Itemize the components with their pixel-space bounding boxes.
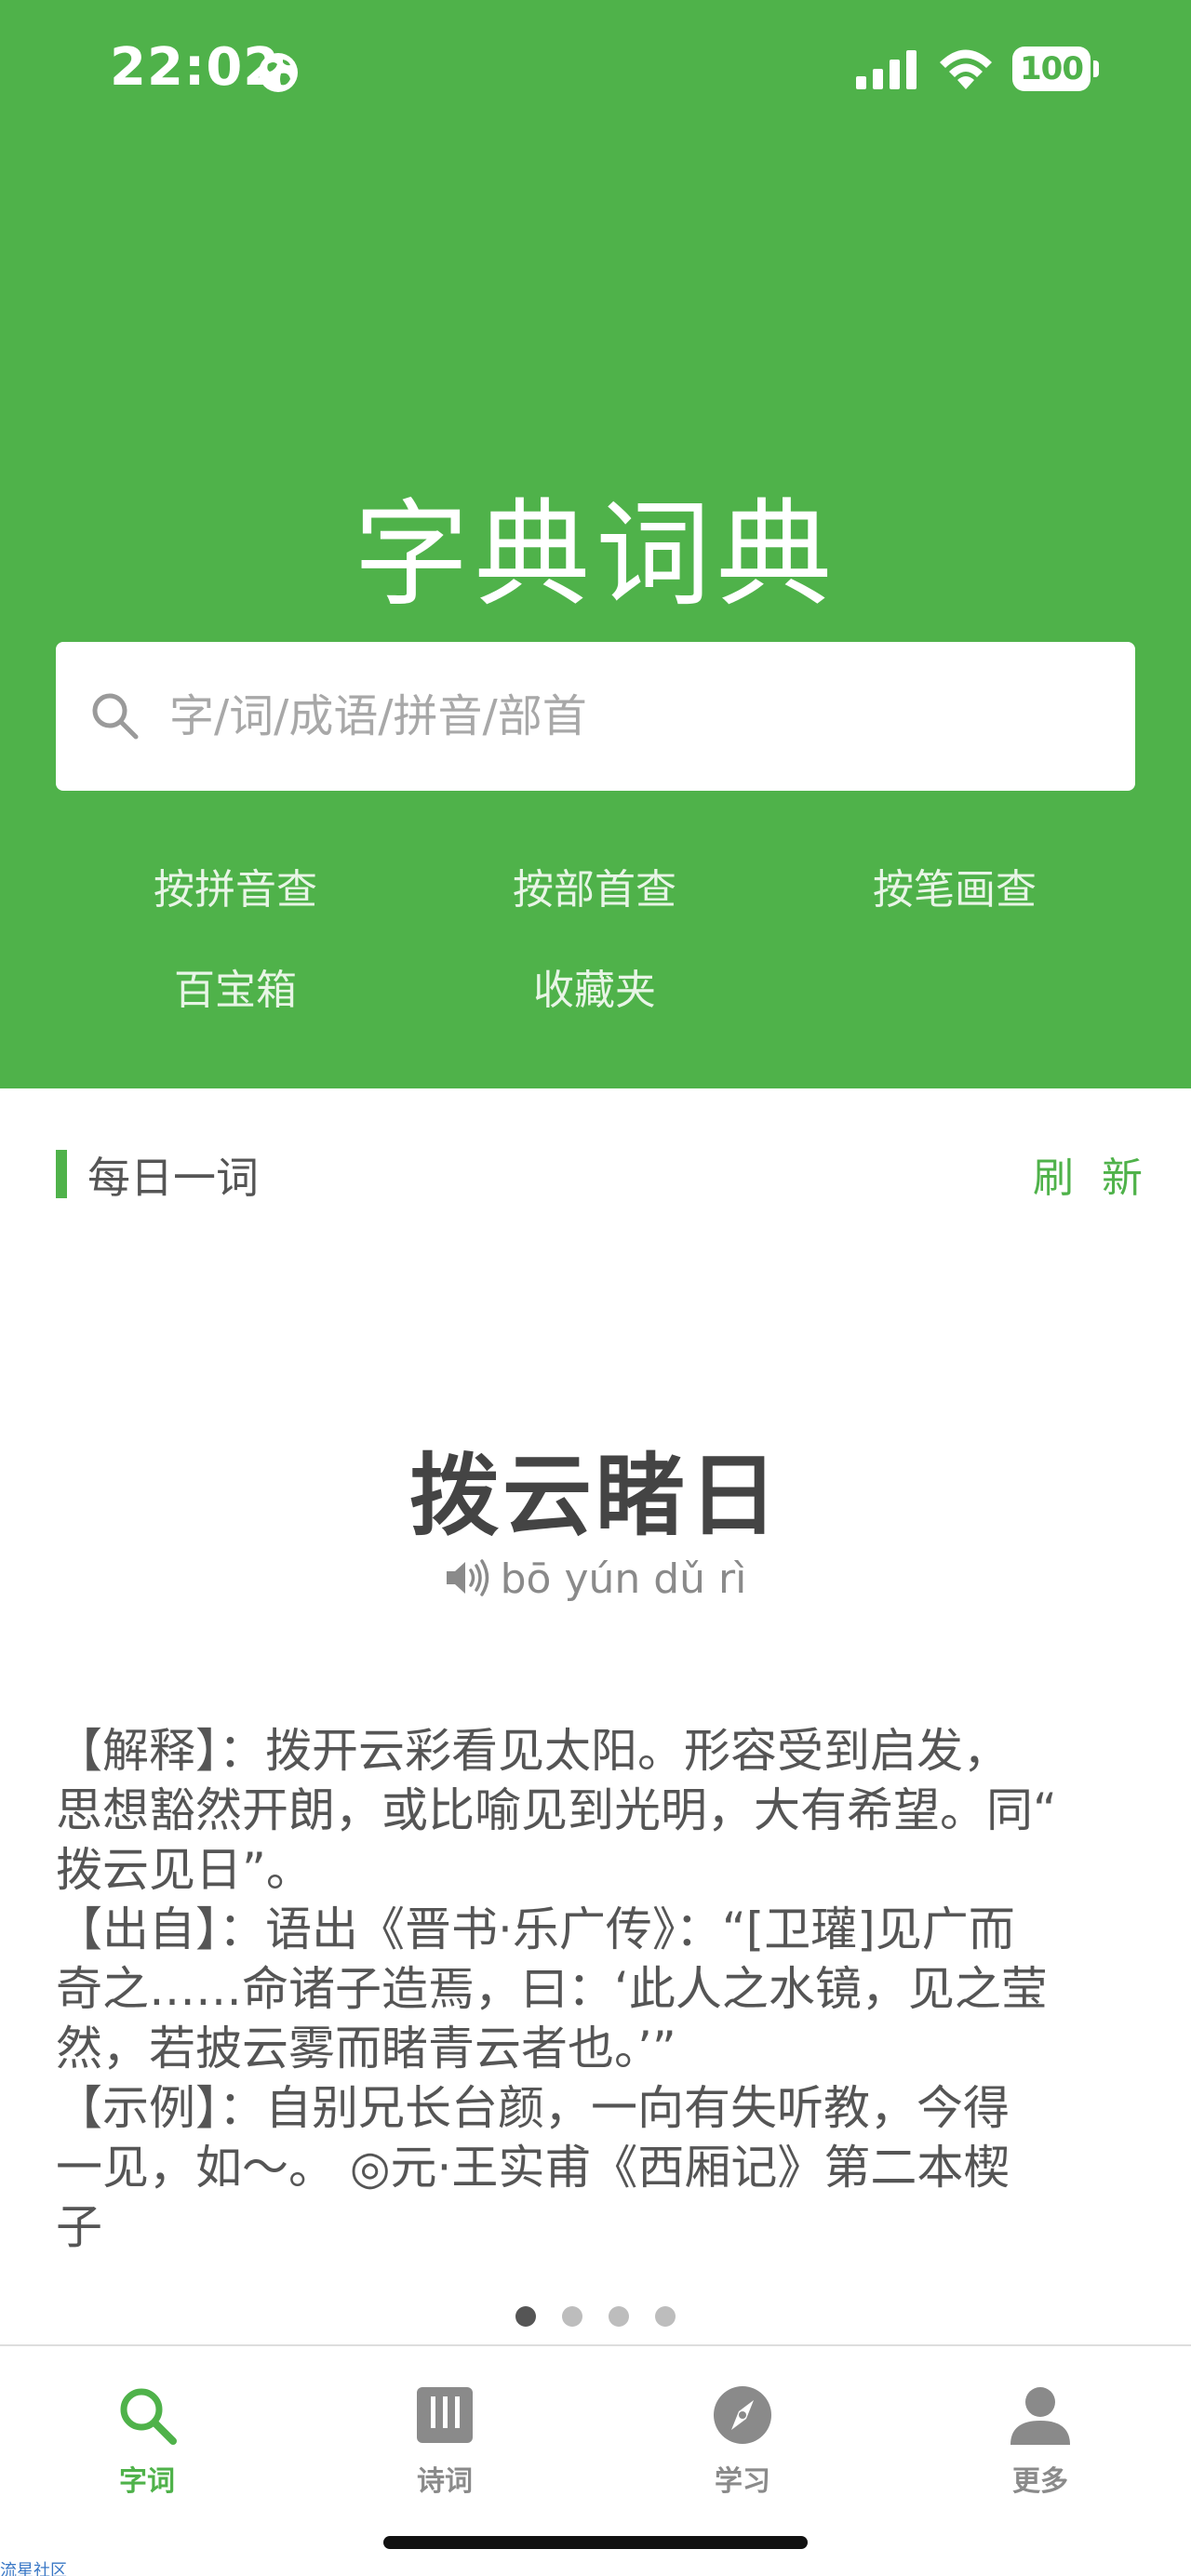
battery-level: 100 — [1020, 50, 1084, 87]
book-icon — [417, 2387, 473, 2443]
tab-more[interactable]: 更多 — [947, 2365, 1133, 2498]
daily-word: 拨云睹日 — [409, 1444, 782, 1548]
pinyin-text: bō yún dǔ rì — [500, 1555, 747, 1603]
status-time: 22:02 — [110, 37, 281, 98]
watermark: 流星社区 — [0, 2561, 67, 2576]
definition-line: 奇之……命诸子造焉，曰：‘此人之水镜，见之莹 — [56, 1962, 1048, 2016]
globe-icon — [259, 53, 298, 92]
speaker-icon[interactable] — [445, 1559, 491, 1596]
page-dot[interactable] — [562, 2306, 582, 2327]
quick-link-strokes[interactable]: 按笔画查 — [775, 856, 1134, 915]
app-title: 字典词典 — [353, 488, 837, 622]
search-box[interactable] — [56, 642, 1135, 791]
home-indicator[interactable] — [383, 2536, 808, 2549]
status-bar: 22:02 100 — [0, 0, 1191, 140]
battery-indicator: 100 — [1012, 47, 1099, 91]
header: 22:02 100 字典词典 按拼音查 按部首查 按笔画查 百宝箱 — [0, 0, 1191, 1088]
page-dot[interactable] — [609, 2306, 629, 2327]
definition: 【解释】：拨开云彩看见太阳。形容受到启发， 思想豁然开朗，或比喻见到光明，大有希… — [56, 1721, 1135, 2257]
tab-label: 更多 — [1012, 2465, 1068, 2498]
quick-link-pinyin[interactable]: 按拼音查 — [56, 856, 415, 915]
definition-line: 一见，如～。 ◎元·王实甫《西厢记》第二本楔 — [56, 2141, 1010, 2195]
quick-link-toolbox[interactable]: 百宝箱 — [56, 956, 415, 1016]
tab-label: 诗词 — [417, 2465, 473, 2498]
definition-line: 思想豁然开朗，或比喻见到光明，大有希望。同“ — [56, 1783, 1057, 1837]
definition-line: 子 — [56, 2200, 102, 2254]
quick-link-radical[interactable]: 按部首查 — [415, 856, 774, 915]
search-icon — [120, 2388, 177, 2445]
person-icon — [1010, 2387, 1070, 2445]
refresh-button[interactable]: 刷 新 — [1033, 1144, 1150, 1204]
compass-icon — [714, 2386, 771, 2444]
tab-words[interactable]: 字词 — [54, 2365, 240, 2498]
page-dot[interactable] — [655, 2306, 676, 2327]
tab-label: 字词 — [119, 2465, 175, 2498]
tab-poems[interactable]: 诗词 — [352, 2365, 538, 2498]
definition-line: 【解释】：拨开云彩看见太阳。形容受到启发， — [56, 1724, 1010, 1778]
search-icon — [92, 693, 139, 740]
search-input[interactable] — [169, 679, 1100, 754]
definition-line: 【示例】：自别兄长台颜，一向有失听教，今得 — [56, 2081, 1010, 2135]
wifi-icon — [940, 49, 992, 89]
definition-line: 【出自】：语出《晋书·乐广传》：“[卫瓘]见广而 — [56, 1902, 1015, 1956]
pinyin-row: bō yún dǔ rì — [0, 1555, 1191, 1603]
section-accent-bar — [56, 1150, 67, 1198]
definition-line: 然，若披云雾而睹青云者也。’” — [56, 2022, 676, 2075]
page-dot[interactable] — [515, 2306, 536, 2327]
page-indicator — [0, 2306, 1191, 2327]
tab-label: 学习 — [715, 2465, 770, 2498]
quick-link-favorites[interactable]: 收藏夹 — [415, 956, 774, 1016]
section-title: 每日一词 — [87, 1153, 259, 1203]
signal-icon — [856, 50, 917, 89]
tab-study[interactable]: 学习 — [649, 2365, 836, 2498]
definition-line: 拨云见日”。 — [56, 1843, 313, 1897]
